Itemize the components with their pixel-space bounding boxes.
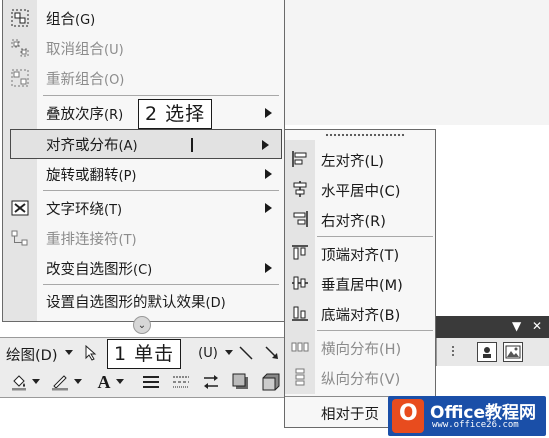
submenu-arrow-icon	[265, 169, 272, 179]
dropdown-arrow-icon[interactable]	[224, 347, 234, 357]
menu-item-label: 重新组合(O)	[46, 71, 125, 88]
menu-item-text-wrap[interactable]: 文字环绕(T)	[3, 193, 284, 223]
insert-picture-icon[interactable]	[503, 342, 523, 362]
expand-menu-button[interactable]: ⌄	[133, 316, 151, 334]
format-toolbar: A	[0, 367, 302, 398]
menu-item-label: 对齐或分布(A)	[46, 137, 138, 154]
submenu-item-label: 相对于页	[321, 407, 379, 423]
submenu-arrow-icon	[265, 108, 272, 118]
align-center-icon	[290, 179, 310, 199]
watermark-url: www.office26.com	[432, 420, 519, 430]
step1-callout: 1 单击	[107, 339, 182, 369]
arrow-tool-icon[interactable]	[262, 343, 282, 363]
floating-toolbar	[436, 338, 549, 366]
submenu-item-align-left[interactable]: 左对齐(L)	[285, 144, 435, 174]
chevron-double-down-icon: ⌄	[137, 319, 147, 331]
menu-item-label: 取消组合(U)	[46, 41, 124, 58]
menu-item-label: 组合(G)	[46, 11, 96, 28]
floating-toolbar-titlebar[interactable]: ▼ ✕	[436, 316, 549, 338]
select-objects-icon[interactable]	[82, 343, 100, 363]
regroup-icon	[10, 68, 30, 88]
submenu-item-label: 底端对齐(B)	[321, 308, 401, 324]
menu-item-group[interactable]: 组合(G)	[3, 3, 284, 33]
submenu-item-label: 纵向分布(V)	[321, 372, 401, 388]
clipart-icon[interactable]	[477, 342, 497, 362]
font-color-icon[interactable]: A	[94, 370, 114, 394]
dash-style-icon[interactable]	[170, 372, 192, 392]
workspace-area	[282, 0, 549, 125]
submenu-item-align-top[interactable]: 顶端对齐(T)	[285, 238, 435, 268]
menu-separator	[43, 190, 279, 191]
submenu-item-label: 右对齐(R)	[321, 214, 386, 230]
dropdown-arrow-icon[interactable]	[64, 347, 74, 357]
dropdown-arrow-icon[interactable]	[74, 377, 82, 385]
submenu-item-align-center[interactable]: 水平居中(C)	[285, 174, 435, 204]
menu-item-ungroup[interactable]: 取消组合(U)	[3, 33, 284, 63]
submenu-item-label: 横向分布(H)	[321, 342, 402, 358]
grip-icon	[445, 343, 461, 361]
align-bottom-icon	[290, 303, 310, 323]
align-distribute-submenu: 左对齐(L) 水平居中(C) 右对齐(R) 顶端对齐(T) 垂直居中(M) 底端…	[284, 129, 436, 428]
submenu-arrow-icon	[265, 263, 272, 273]
group-icon	[10, 8, 30, 28]
line-tool-icon[interactable]	[236, 343, 256, 363]
menu-item-label: 旋转或翻转(P)	[46, 167, 137, 184]
submenu-arrow-icon	[265, 203, 272, 213]
draw-menu-button[interactable]: 绘图(D)	[6, 344, 57, 365]
text-wrap-icon	[10, 198, 30, 218]
cursor-caret	[191, 138, 193, 152]
context-menu: 组合(G) 取消组合(U) 重新组合(O) 叠放次序(R) 对齐或分布(A) 旋…	[2, 0, 285, 322]
toolbar-options-icon[interactable]: ▼	[512, 319, 521, 333]
menu-item-set-autoshape-defaults[interactable]: 设置自选图形的默认效果(D)	[3, 286, 284, 316]
line-style-icon[interactable]	[140, 372, 162, 392]
submenu-arrow-icon	[262, 140, 269, 150]
office-logo-icon: O	[392, 399, 424, 433]
submenu-item-align-right[interactable]: 右对齐(R)	[285, 204, 435, 234]
submenu-item-distribute-vertical[interactable]: 纵向分布(V)	[285, 362, 435, 392]
submenu-separator	[317, 236, 433, 237]
menu-item-label: 设置自选图形的默认效果(D)	[46, 294, 226, 311]
menu-item-label: 叠放次序(R)	[46, 106, 124, 123]
3d-style-icon[interactable]	[260, 372, 282, 392]
distribute-horizontal-icon	[290, 337, 310, 357]
align-right-icon	[290, 209, 310, 229]
align-top-icon	[290, 243, 310, 263]
menu-item-align-distribute[interactable]: 对齐或分布(A)	[10, 129, 282, 159]
fill-color-icon[interactable]	[8, 372, 30, 392]
menu-item-label: 改变自选图形(C)	[46, 261, 153, 278]
submenu-item-label: 垂直居中(M)	[321, 278, 403, 294]
menu-item-change-autoshape[interactable]: 改变自选图形(C)	[3, 253, 284, 283]
watermark-logo: O Office教程网 www.office26.com	[388, 396, 546, 436]
align-middle-icon	[290, 273, 310, 293]
step2-callout: 2 选择	[138, 99, 213, 129]
stage: 组合(G) 取消组合(U) 重新组合(O) 叠放次序(R) 对齐或分布(A) 旋…	[0, 0, 549, 438]
distribute-vertical-icon	[290, 367, 310, 387]
autoshapes-key[interactable]: (U)	[192, 344, 224, 362]
menu-item-label: 文字环绕(T)	[46, 201, 123, 218]
submenu-drag-handle[interactable]	[325, 133, 405, 138]
menu-separator	[43, 284, 279, 285]
submenu-item-label: 水平居中(C)	[321, 184, 401, 200]
close-icon[interactable]: ✕	[532, 319, 542, 333]
menu-item-reroute-connectors[interactable]: 重排连接符(T)	[3, 223, 284, 253]
menu-separator	[43, 95, 279, 96]
dropdown-arrow-icon[interactable]	[32, 377, 40, 385]
menu-item-regroup[interactable]: 重新组合(O)	[3, 63, 284, 93]
submenu-item-label: 左对齐(L)	[321, 154, 384, 170]
submenu-item-align-middle[interactable]: 垂直居中(M)	[285, 268, 435, 298]
align-left-icon	[290, 149, 310, 169]
ungroup-icon	[10, 38, 30, 58]
submenu-item-label: 顶端对齐(T)	[321, 248, 400, 264]
reroute-connector-icon	[10, 228, 30, 248]
shadow-style-icon[interactable]	[230, 372, 252, 392]
submenu-separator	[317, 330, 433, 331]
dropdown-arrow-icon[interactable]	[116, 377, 124, 385]
menu-item-label: 重排连接符(T)	[46, 231, 137, 248]
submenu-item-align-bottom[interactable]: 底端对齐(B)	[285, 298, 435, 328]
menu-item-rotate-flip[interactable]: 旋转或翻转(P)	[3, 159, 284, 189]
submenu-item-distribute-horizontal[interactable]: 横向分布(H)	[285, 332, 435, 362]
arrow-style-icon[interactable]	[200, 372, 222, 392]
line-color-icon[interactable]	[48, 372, 72, 392]
